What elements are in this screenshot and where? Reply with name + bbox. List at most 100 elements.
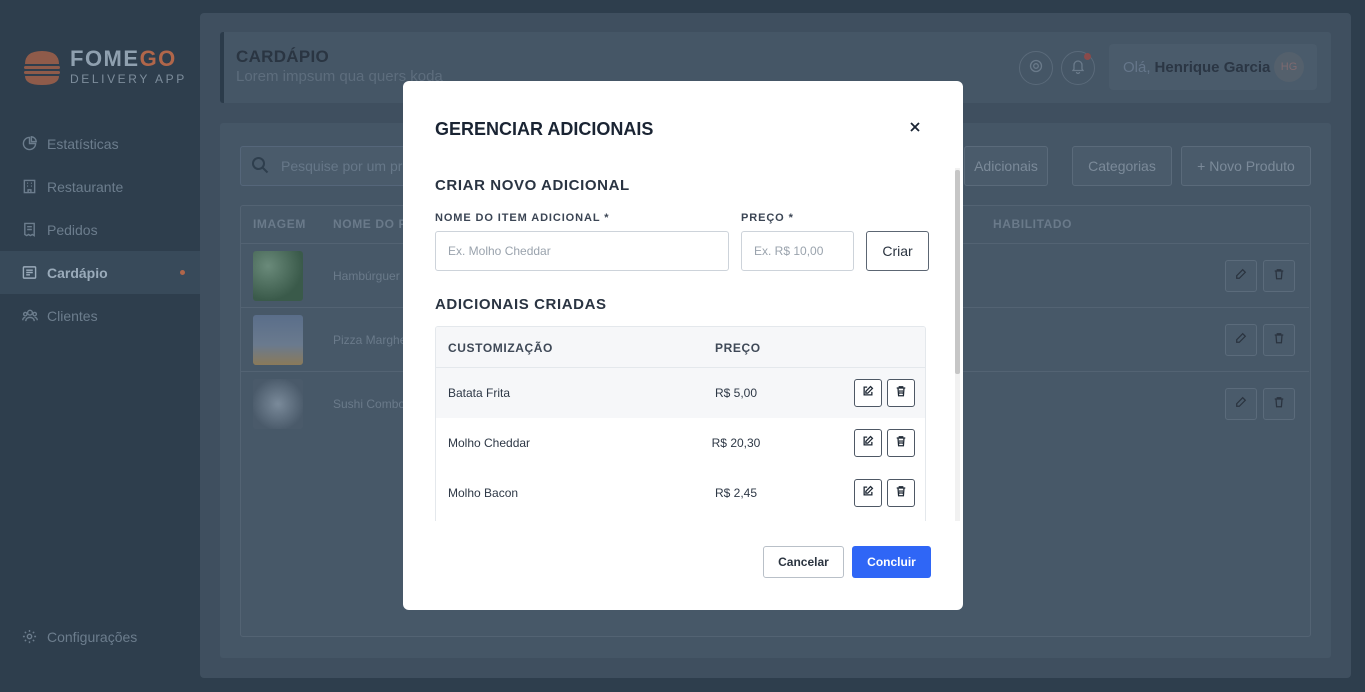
burger-logo-icon <box>22 47 62 87</box>
sidebar-item-label: Estatísticas <box>47 135 119 152</box>
sidebar-item-pedidos[interactable]: Pedidos <box>0 208 200 251</box>
col-header-nome: NOME DO P <box>333 217 408 231</box>
sidebar-item-label: Cardápio <box>47 264 108 281</box>
edit-button[interactable] <box>854 479 882 507</box>
col-header-customizacao: CUSTOMIZAÇÃO <box>448 341 553 355</box>
trash-icon <box>895 434 907 452</box>
addon-name: Batata Frita <box>448 386 511 400</box>
edit-button[interactable] <box>1225 260 1257 292</box>
delete-button[interactable] <box>887 379 915 407</box>
manage-addons-modal: GERENCIAR ADICIONAIS CRIAR NOVO ADICIONA… <box>403 81 963 610</box>
addon-name-field[interactable] <box>435 231 729 271</box>
trash-icon <box>895 484 907 502</box>
col-header-imagem: IMAGEM <box>253 217 306 231</box>
close-button[interactable] <box>906 119 924 137</box>
bell-icon <box>1070 58 1086 79</box>
notification-badge <box>1084 53 1091 60</box>
edit-icon <box>1235 331 1247 349</box>
delete-button[interactable] <box>1263 388 1295 420</box>
addon-price: R$ 20,30 <box>711 436 761 450</box>
table-header: CUSTOMIZAÇÃO PREÇO <box>436 327 925 368</box>
trash-icon <box>1273 267 1285 285</box>
notifications-button[interactable] <box>1061 51 1095 85</box>
addon-price: R$ 2,45 <box>714 486 758 500</box>
create-addon-button[interactable]: Criar <box>866 231 929 271</box>
product-name: Sushi Combo <box>333 397 406 411</box>
sidebar-item-cardapio[interactable]: Cardápio <box>0 251 200 294</box>
table-row: Molho Cheddar R$ 20,30 <box>436 418 925 468</box>
addons-table: CUSTOMIZAÇÃO PREÇO Batata Frita R$ 5,00 … <box>435 326 926 521</box>
sidebar-item-clientes[interactable]: Clientes <box>0 294 200 337</box>
search-icon <box>251 156 269 177</box>
product-image <box>253 251 303 301</box>
edit-icon <box>1235 267 1247 285</box>
receipt-icon <box>21 221 38 238</box>
app-logo[interactable]: FOMEGO DELIVERY APP <box>22 47 187 87</box>
list-section-title: ADICIONAIS CRIADAS <box>435 296 607 313</box>
addon-name-label: NOME DO ITEM ADICIONAL * <box>435 212 610 224</box>
brand-name-part2: GO <box>139 46 177 71</box>
close-icon <box>910 119 920 137</box>
delete-button[interactable] <box>887 429 915 457</box>
adicionais-button[interactable]: Adicionais <box>964 146 1048 186</box>
addon-price: R$ 5,00 <box>714 386 758 400</box>
building-icon <box>21 178 38 195</box>
sidebar-item-restaurante[interactable]: Restaurante <box>0 165 200 208</box>
gear-icon <box>1028 58 1044 79</box>
search-placeholder: Pesquise por um pr <box>281 158 403 174</box>
new-product-button[interactable]: + Novo Produto <box>1181 146 1311 186</box>
gear-icon <box>21 628 38 645</box>
users-icon <box>21 307 38 324</box>
sidebar-nav: Estatísticas Restaurante Pedidos Cardápi… <box>0 122 200 337</box>
edit-button[interactable] <box>1225 324 1257 356</box>
sidebar-item-estatisticas[interactable]: Estatísticas <box>0 122 200 165</box>
confirm-button[interactable]: Concluir <box>852 546 931 578</box>
edit-icon <box>862 384 874 402</box>
sidebar-item-label: Restaurante <box>47 178 124 195</box>
user-menu[interactable]: Olá, Henrique Garcia HG <box>1109 44 1317 90</box>
pie-chart-icon <box>21 135 38 152</box>
col-header-habilitado: HABILITADO <box>993 217 1073 231</box>
edit-icon <box>862 484 874 502</box>
edit-button[interactable] <box>854 379 882 407</box>
addon-price-label: PREÇO * <box>741 212 794 224</box>
table-row: Batata Frita R$ 5,00 <box>436 368 925 418</box>
delete-button[interactable] <box>1263 324 1295 356</box>
categorias-button[interactable]: Categorias <box>1072 146 1172 186</box>
product-name: Hambúrguer <box>333 269 400 283</box>
settings-button[interactable] <box>1019 51 1053 85</box>
product-image <box>253 379 303 429</box>
addon-name: Molho Cheddar <box>448 436 531 450</box>
brand-tagline: DELIVERY APP <box>70 72 187 86</box>
product-name: Pizza Marghe <box>333 333 407 347</box>
menu-book-icon <box>21 264 38 281</box>
col-header-preco: PREÇO <box>715 341 761 355</box>
user-name: Henrique Garcia <box>1154 58 1271 76</box>
edit-icon <box>1235 395 1247 413</box>
active-indicator-dot <box>180 270 185 275</box>
cancel-button[interactable]: Cancelar <box>763 546 844 578</box>
edit-icon <box>862 434 874 452</box>
create-section-title: CRIAR NOVO ADICIONAL <box>435 177 630 194</box>
sidebar-item-label: Pedidos <box>47 221 98 238</box>
trash-icon <box>1273 395 1285 413</box>
edit-button[interactable] <box>1225 388 1257 420</box>
trash-icon <box>1273 331 1285 349</box>
page-title: CARDÁPIO <box>236 47 330 66</box>
addon-name: Molho Bacon <box>448 486 519 500</box>
delete-button[interactable] <box>887 479 915 507</box>
product-image <box>253 315 303 365</box>
delete-button[interactable] <box>1263 260 1295 292</box>
sidebar-item-configuracoes[interactable]: Configurações <box>0 615 200 658</box>
avatar: HG <box>1274 52 1304 82</box>
brand-name-part1: FOME <box>70 46 140 71</box>
greeting: Olá, <box>1123 58 1151 76</box>
modal-body[interactable]: CRIAR NOVO ADICIONAL NOME DO ITEM ADICIO… <box>403 171 963 521</box>
addon-price-field[interactable] <box>741 231 854 271</box>
modal-scrollbar-thumb[interactable] <box>955 170 960 374</box>
sidebar-item-label: Clientes <box>47 307 98 324</box>
edit-button[interactable] <box>854 429 882 457</box>
trash-icon <box>895 384 907 402</box>
sidebar-item-label: Configurações <box>47 628 138 645</box>
modal-title: GERENCIAR ADICIONAIS <box>435 119 654 139</box>
